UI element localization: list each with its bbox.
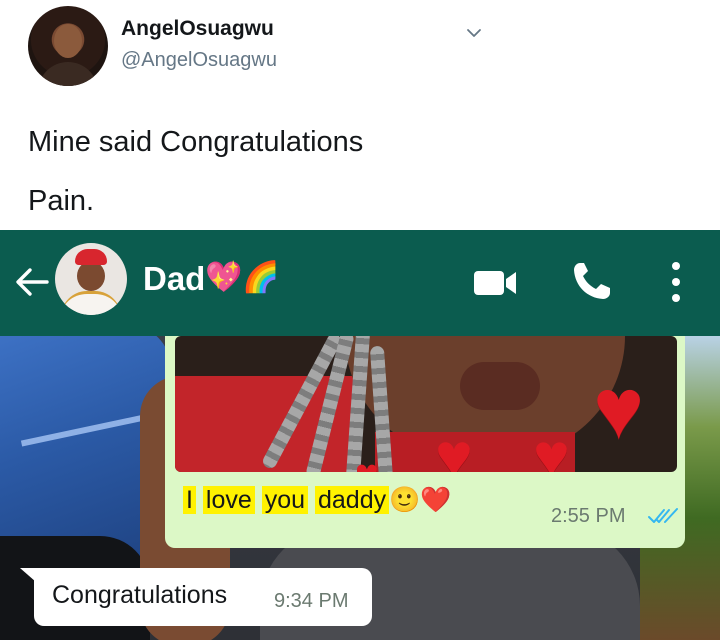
tweet-text-line: Pain. [28, 185, 95, 217]
highlighted-word: you [261, 486, 309, 514]
avatar-face [54, 24, 82, 58]
message-time: 9:34 PM [274, 590, 349, 612]
contact-name[interactable]: Dad [143, 260, 205, 298]
more-vertical-icon[interactable] [668, 260, 684, 304]
message-photo[interactable]: ♥ ♥ ♥ ♥ [175, 336, 677, 472]
heart-sticker: ♥ [355, 454, 379, 472]
message-text: I love you daddy 🙂❤️ [183, 486, 451, 515]
avatar-robe [61, 291, 121, 315]
message-emojis: 🙂❤️ [389, 486, 452, 514]
avatar-cap [75, 249, 107, 265]
heart-sticker: ♥ [533, 422, 570, 473]
highlighted-word: daddy [315, 486, 390, 514]
author-handle[interactable]: @AngelOsuagwu [121, 49, 277, 72]
tweet-text-line: Mine said Congratulations [28, 126, 364, 158]
double-check-read-icon [648, 508, 678, 523]
avatar-face [77, 261, 105, 291]
contact-avatar[interactable] [55, 243, 127, 315]
author-avatar[interactable] [28, 6, 108, 86]
contact-name-emojis: 💖🌈 [205, 261, 280, 294]
highlighted-word: I [183, 486, 196, 514]
message-time: 2:55 PM [551, 505, 626, 527]
heart-sticker: ♥ [435, 420, 473, 472]
chat-header: Dad 💖🌈 [0, 230, 720, 336]
avatar-body [38, 62, 98, 86]
video-call-icon[interactable] [472, 268, 518, 298]
phone-icon[interactable] [571, 260, 611, 302]
heart-sticker: ♥ [593, 361, 645, 457]
photo-lips [460, 362, 540, 410]
chat-area[interactable]: ♥ ♥ ♥ ♥ I love you daddy🙂❤️ 2:55 PM Cong… [0, 336, 720, 640]
author-display-name[interactable]: AngelOsuagwu [121, 17, 274, 41]
chevron-down-icon[interactable] [466, 25, 482, 41]
message-text: Congratulations [52, 581, 228, 609]
tweet: AngelOsuagwu @AngelOsuagwu Mine said Con… [0, 0, 720, 230]
incoming-message[interactable]: Congratulations 9:34 PM [34, 568, 372, 626]
outgoing-message[interactable]: ♥ ♥ ♥ ♥ I love you daddy🙂❤️ 2:55 PM [165, 336, 685, 548]
highlighted-word: love [202, 486, 255, 514]
arrow-left-icon[interactable] [14, 266, 50, 298]
